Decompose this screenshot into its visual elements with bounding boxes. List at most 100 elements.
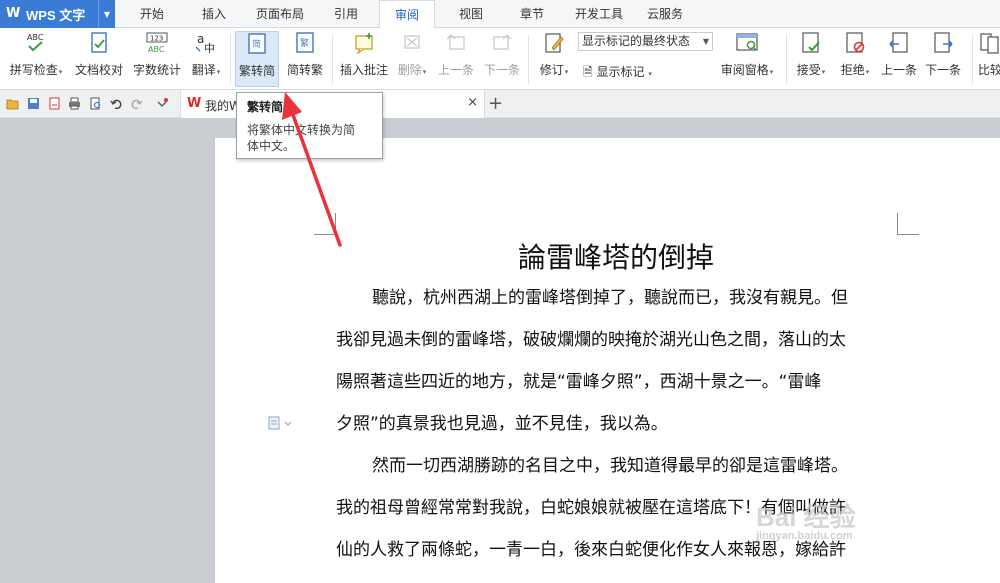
tab-chapter[interactable]: 章节 (508, 0, 556, 28)
undo-icon[interactable] (110, 97, 123, 110)
insert-comment-button[interactable]: 插入批注 (338, 31, 390, 78)
ribbon-divider (230, 34, 231, 84)
svg-text:简: 简 (252, 38, 261, 50)
show-markup-icon: 🗎 (583, 65, 593, 79)
review-pane-button[interactable]: 审阅窗格▾ (716, 31, 778, 78)
show-markup-label: 显示标记 (596, 65, 645, 79)
watermark-sub: jingyan.baidu.com (756, 530, 853, 542)
delete-comment-label: 删除 (397, 63, 422, 77)
save-icon[interactable] (27, 97, 40, 110)
spell-check-icon: ABC (24, 31, 48, 55)
tab-insert[interactable]: 插入 (190, 0, 238, 28)
accept-button[interactable]: 接受▾ (792, 31, 830, 78)
tab-review[interactable]: 审阅 (379, 0, 435, 29)
accept-label: 接受 (796, 63, 821, 77)
trad-to-simp-icon: 简 (245, 32, 269, 56)
ribbon-divider (332, 34, 333, 84)
word-count-label: 字数统计 (132, 63, 181, 77)
word-count-button[interactable]: 123 ABC 字数统计 (130, 31, 184, 78)
customize-qat-icon[interactable] (156, 97, 169, 110)
wps-writer-icon: W (187, 96, 202, 111)
chevron-down-icon[interactable]: ▼ (98, 0, 115, 28)
spell-check-button[interactable]: ABC 拼写检查▾ (6, 31, 66, 78)
accept-icon (799, 31, 823, 55)
prev-comment-button[interactable]: 上一条 (436, 31, 476, 78)
tab-developer[interactable]: 开发工具 (568, 0, 630, 28)
svg-text:ABC: ABC (27, 33, 44, 42)
review-pane-icon (735, 31, 759, 55)
ribbon-divider (528, 34, 529, 84)
close-icon[interactable]: × (467, 95, 478, 110)
next-change-label: 下一条 (924, 63, 961, 77)
compare-button[interactable]: 比较 (978, 31, 1000, 78)
translate-button[interactable]: a中 翻译▾ (186, 31, 226, 78)
doc-proof-label: 文档校对 (74, 63, 123, 77)
simp-to-trad-button[interactable]: 繁 简转繁 (283, 31, 327, 78)
tab-view[interactable]: 视图 (447, 0, 495, 28)
body-line: 夕照”的真景我也見過，並不見佳，我以為。 (336, 414, 668, 434)
quick-access-bar: W 我的W × + (0, 90, 1000, 118)
body-line: 陽照著這些四近的地方，就是“雷峰夕照”，西湖十景之一。“雷峰 (336, 372, 822, 392)
tab-page-layout[interactable]: 页面布局 (250, 0, 310, 28)
insert-comment-icon (352, 31, 376, 55)
reject-icon (843, 31, 867, 55)
next-comment-button[interactable]: 下一条 (482, 31, 522, 78)
spell-check-label: 拼写检查 (9, 63, 58, 77)
prev-change-button[interactable]: 上一条 (878, 31, 920, 78)
print-icon[interactable] (68, 97, 81, 110)
delete-comment-button[interactable]: 删除▾ (394, 31, 430, 78)
reject-button[interactable]: 拒绝▾ (836, 31, 874, 78)
delete-comment-icon (400, 31, 424, 55)
baidu-watermark-logo: Bai 经验 jingyan.baidu.com (756, 497, 856, 542)
doc-proof-button[interactable]: 文档校对 (72, 31, 126, 78)
svg-text:123: 123 (150, 35, 163, 43)
body-line: 然而一切西湖勝跡的名目之中，我知道得最早的卻是這雷峰塔。 (372, 456, 848, 476)
insert-comment-label: 插入批注 (339, 63, 388, 77)
tab-start[interactable]: 开始 (128, 0, 176, 28)
review-pane-label: 审阅窗格 (720, 63, 769, 77)
paragraph-layout-icon[interactable] (268, 416, 294, 430)
compare-icon (978, 31, 1000, 55)
next-comment-label: 下一条 (483, 63, 520, 77)
body-line: 我卻見過未倒的雷峰塔，破破爛爛的映掩於湖光山色之間，落山的太 (336, 330, 846, 350)
tooltip-description: 将繁体中文转换为简 体中文。 (247, 122, 372, 154)
translate-label: 翻译 (191, 63, 216, 77)
print-preview-icon[interactable] (89, 97, 102, 110)
revise-icon (542, 31, 566, 55)
menu-bar: W WPS 文字 ▼ 开始 插入 页面布局 引用 审阅 视图 章节 开发工具 云… (0, 0, 1000, 29)
open-folder-icon[interactable] (6, 97, 19, 110)
new-tab-button[interactable]: + (488, 93, 503, 114)
trad-to-simp-label: 繁转简 (238, 64, 275, 78)
svg-text:繁: 繁 (300, 37, 309, 49)
tab-cloud[interactable]: 云服务 (640, 0, 690, 28)
ribbon-divider (972, 34, 973, 84)
ribbon-divider (786, 34, 787, 84)
margin-corner-mark (897, 213, 919, 235)
next-change-button[interactable]: 下一条 (922, 31, 964, 78)
trad-to-simp-tooltip: 繁转简 将繁体中文转换为简 体中文。 (236, 92, 383, 159)
document-title: 論雷峰塔的倒掉 (517, 241, 714, 274)
prev-change-icon (887, 31, 911, 55)
export-pdf-icon[interactable] (48, 97, 61, 110)
tooltip-description-line: 体中文。 (247, 139, 296, 153)
revise-button[interactable]: 修订▾ (536, 31, 572, 78)
trad-to-simp-button[interactable]: 简 繁转简 (235, 31, 279, 87)
prev-change-label: 上一条 (880, 63, 917, 77)
show-markup-button[interactable]: 🗎 显示标记 ▾ (583, 63, 652, 84)
tooltip-description-line: 将繁体中文转换为简 (247, 123, 356, 137)
markup-state-dropdown[interactable]: 显示标记的最终状态 ▼ (578, 32, 713, 51)
simp-to-trad-icon: 繁 (293, 31, 317, 55)
simp-to-trad-label: 简转繁 (286, 63, 323, 77)
tab-references[interactable]: 引用 (322, 0, 370, 28)
watermark-text: Bai 经验 (756, 502, 856, 532)
prev-comment-icon (444, 31, 468, 55)
svg-text:中: 中 (204, 42, 215, 55)
ribbon-review: ABC 拼写检查▾ 文档校对 123 ABC 字数统计 a中 翻译▾ 简 繁转简 … (0, 28, 1000, 90)
redo-icon[interactable] (130, 97, 143, 110)
revise-label: 修订 (539, 63, 564, 77)
wps-logo-icon: W (6, 6, 21, 21)
translate-icon: a中 (194, 31, 218, 55)
app-menu-button[interactable]: W WPS 文字 ▼ (0, 0, 115, 28)
next-change-icon (931, 31, 955, 55)
tooltip-title: 繁转简 (247, 100, 284, 114)
